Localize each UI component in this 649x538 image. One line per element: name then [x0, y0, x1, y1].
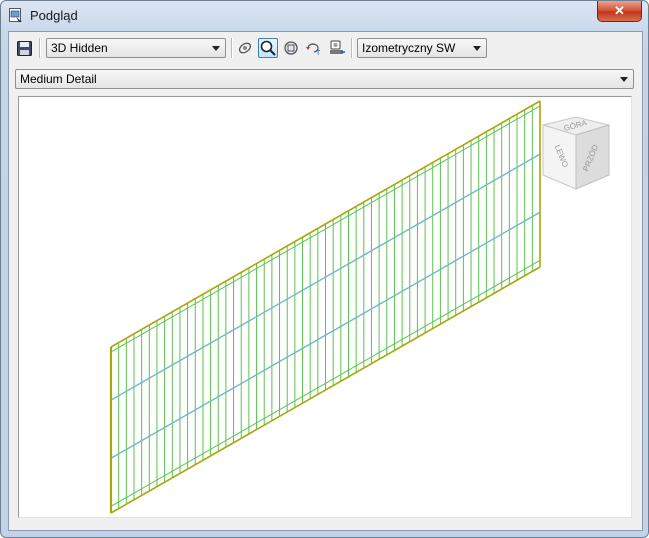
save-icon — [16, 40, 32, 56]
camera-icon — [330, 40, 345, 54]
rotate-icon: T — [306, 43, 321, 56]
title-bar[interactable]: Podgląd ✕ — [1, 1, 648, 31]
camera-button[interactable] — [327, 38, 347, 58]
view-direction-value: Izometryczny SW — [362, 41, 456, 55]
zoom-extents-button[interactable] — [281, 38, 301, 58]
zoom-button[interactable] — [258, 38, 278, 58]
rotate-button[interactable]: T — [304, 38, 324, 58]
zoom-extents-icon — [284, 41, 298, 55]
fence-panel — [109, 100, 541, 514]
detail-level-value: Medium Detail — [20, 72, 97, 86]
visual-style-value: 3D Hidden — [51, 41, 108, 55]
3d-viewport[interactable]: GÓRA LEWO PRZÓD — [18, 96, 632, 518]
window-app-icon — [9, 8, 22, 22]
save-button[interactable] — [14, 38, 34, 58]
toolbar-separator — [351, 38, 353, 58]
orbit-icon — [238, 42, 252, 54]
toolbar-separator — [231, 38, 233, 58]
viewcube[interactable]: GÓRA LEWO PRZÓD — [541, 116, 611, 190]
chevron-down-icon — [620, 77, 628, 82]
client-area: 3D Hidden T Izometryczny SW Medium Detai… — [8, 31, 643, 531]
svg-text:T: T — [316, 50, 321, 56]
orbit-button[interactable] — [235, 38, 255, 58]
chevron-down-icon — [212, 46, 220, 51]
preview-window: Podgląd ✕ 3D Hidden T Izometryczny SW Me… — [0, 0, 649, 538]
visual-style-dropdown[interactable]: 3D Hidden — [46, 38, 226, 58]
window-title: Podgląd — [30, 8, 78, 23]
toolbar-separator — [39, 38, 41, 58]
model-preview[interactable]: GÓRA LEWO PRZÓD — [19, 97, 631, 517]
view-direction-dropdown[interactable]: Izometryczny SW — [357, 38, 487, 58]
toolbar: 3D Hidden T Izometryczny SW — [9, 32, 642, 62]
zoom-icon — [260, 40, 276, 56]
chevron-down-icon — [473, 46, 481, 51]
close-button[interactable]: ✕ — [597, 1, 642, 22]
detail-level-dropdown[interactable]: Medium Detail — [15, 69, 634, 89]
